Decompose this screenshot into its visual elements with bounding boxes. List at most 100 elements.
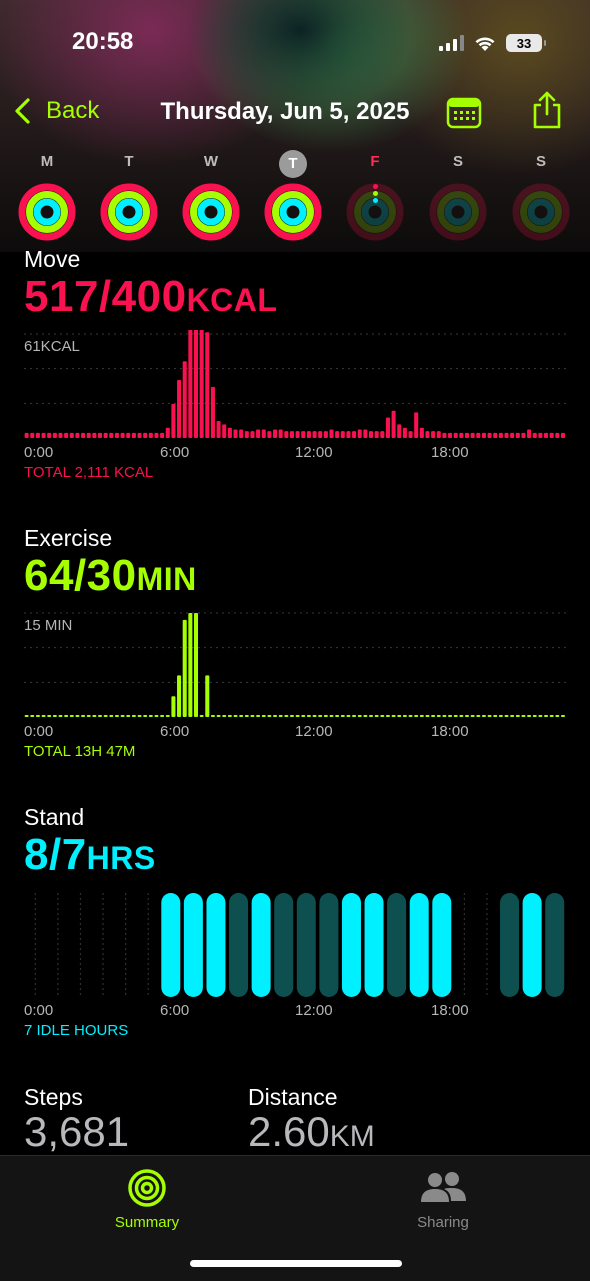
day-letter: S: [535, 153, 546, 170]
ring-progress: [33, 198, 61, 226]
chart-bar: [419, 427, 424, 438]
chart-bar: [408, 715, 413, 717]
chart-bar: [289, 715, 294, 717]
exercise-title: Exercise: [24, 525, 113, 551]
day-column[interactable]: F: [343, 150, 407, 241]
day-letter: T: [124, 153, 134, 170]
chart-bar: [109, 432, 114, 438]
chart-bar: [544, 715, 549, 717]
calendar-icon: [446, 97, 482, 129]
activity-ring: [18, 183, 76, 241]
chart-bar: [86, 715, 91, 717]
chart-bar: [470, 432, 475, 438]
day-column[interactable]: S: [509, 150, 573, 241]
chart-bar: [188, 613, 193, 717]
chart-bar: [131, 715, 136, 717]
move-axis-tick: 0:00: [24, 444, 54, 461]
chart-bar: [227, 427, 232, 438]
chart-bar: [193, 613, 199, 717]
stand-total: 7 IDLE HOURS: [24, 1022, 129, 1039]
move-axis-tick: 18:00: [431, 444, 469, 461]
chart-bar: [137, 715, 142, 717]
chart-bar: [329, 715, 334, 717]
chart-bar: [498, 715, 503, 717]
chart-bar: [329, 429, 334, 438]
stand-bar-stood: [341, 893, 361, 997]
calendar-button[interactable]: [446, 96, 482, 135]
chart-bar: [35, 432, 40, 438]
chart-bar: [312, 715, 317, 717]
chart-bar: [425, 715, 430, 717]
chart-bar: [448, 715, 453, 717]
day-column[interactable]: M: [15, 150, 79, 241]
share-button[interactable]: [530, 90, 564, 135]
chart-bar: [414, 412, 419, 438]
tab-sharing[interactable]: Sharing: [363, 1168, 523, 1231]
stand-bar-idle: [229, 893, 249, 997]
chart-bar: [103, 432, 108, 438]
exercise-chart-svg: [24, 612, 566, 717]
day-column[interactable]: T: [261, 150, 325, 241]
chart-bar: [148, 715, 153, 717]
battery-icon: 33: [506, 34, 546, 52]
chart-bar: [380, 431, 385, 438]
activity-ring: [264, 183, 322, 241]
chart-bar: [464, 432, 470, 438]
move-chart-svg: [24, 301, 566, 438]
exercise-ref-label: 15 MIN: [24, 617, 73, 634]
stand-value: 8/7HRS: [24, 830, 156, 880]
chart-bar: [470, 715, 475, 717]
day-letter: S: [452, 153, 463, 170]
chart-bar: [368, 431, 374, 438]
chart-bar: [515, 432, 520, 438]
day-letter: M: [40, 153, 54, 170]
day-column[interactable]: T: [97, 150, 161, 241]
status-time: 20:58: [72, 28, 134, 55]
day-dot: [373, 191, 378, 196]
chart-bar: [239, 429, 244, 438]
chart-bar: [335, 431, 340, 438]
chart-bar: [137, 432, 142, 438]
chart-bar: [538, 432, 543, 438]
chart-bar: [126, 432, 131, 438]
chart-bar: [267, 715, 272, 717]
page-title: Thursday, Jun 5, 2025: [160, 98, 410, 125]
chart-bar: [340, 715, 345, 717]
chart-bar: [205, 332, 210, 438]
chart-bar: [391, 410, 396, 438]
activity-ring: [182, 183, 240, 241]
chart-bar: [346, 715, 351, 717]
steps-label: Steps: [24, 1084, 83, 1110]
day-column[interactable]: S: [426, 150, 490, 241]
chart-bar: [549, 432, 554, 438]
move-axis-tick: 12:00: [295, 444, 333, 461]
stand-bar-stood: [409, 893, 429, 997]
chart-bar: [510, 432, 515, 438]
day-column[interactable]: W: [179, 150, 243, 241]
chart-bar: [544, 432, 549, 438]
chart-bar: [374, 431, 379, 438]
exercise-chart: [24, 609, 566, 721]
tab-summary[interactable]: Summary: [67, 1168, 227, 1231]
chart-bar: [538, 715, 543, 717]
exercise-axis-tick: 6:00: [160, 723, 190, 740]
chart-bar: [30, 432, 35, 438]
chart-bar: [103, 715, 108, 717]
day-letter: T: [279, 150, 307, 178]
chart-bar: [52, 432, 57, 438]
chart-bar: [459, 432, 464, 438]
tab-summary-label: Summary: [114, 1214, 180, 1231]
chart-bar: [250, 715, 255, 717]
chart-bar: [532, 715, 537, 717]
chart-bar: [244, 715, 249, 717]
stand-bar-idle: [500, 893, 520, 997]
ring-track: [527, 198, 555, 226]
chart-bar: [160, 715, 165, 717]
chart-bar: [295, 715, 300, 717]
distance-value: 2.60KM: [248, 1108, 375, 1156]
exercise-axis-tick: 12:00: [295, 723, 333, 740]
activity-rings-icon: [128, 1169, 166, 1207]
chart-bar: [289, 431, 294, 438]
chart-bar: [549, 715, 554, 717]
chart-bar: [256, 429, 261, 438]
